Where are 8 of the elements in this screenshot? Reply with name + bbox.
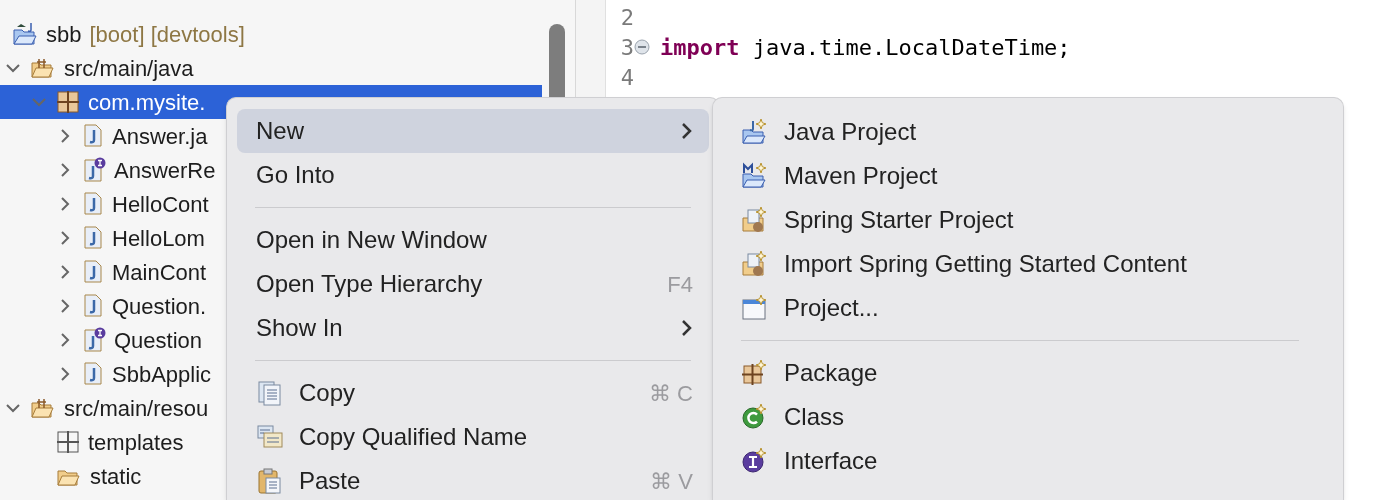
line-number: 3 bbox=[619, 33, 634, 62]
shortcut-text: ⌘ V bbox=[650, 467, 693, 496]
shortcut-text: ⌘ C bbox=[649, 379, 693, 408]
line-number: 4 bbox=[619, 63, 634, 92]
tree-item-decoration: [boot] [devtools] bbox=[89, 20, 245, 49]
line-number: 2 bbox=[619, 3, 634, 32]
code-line: import java.time.LocalDateTime; bbox=[660, 33, 1071, 62]
shortcut-text: F4 bbox=[667, 270, 693, 299]
